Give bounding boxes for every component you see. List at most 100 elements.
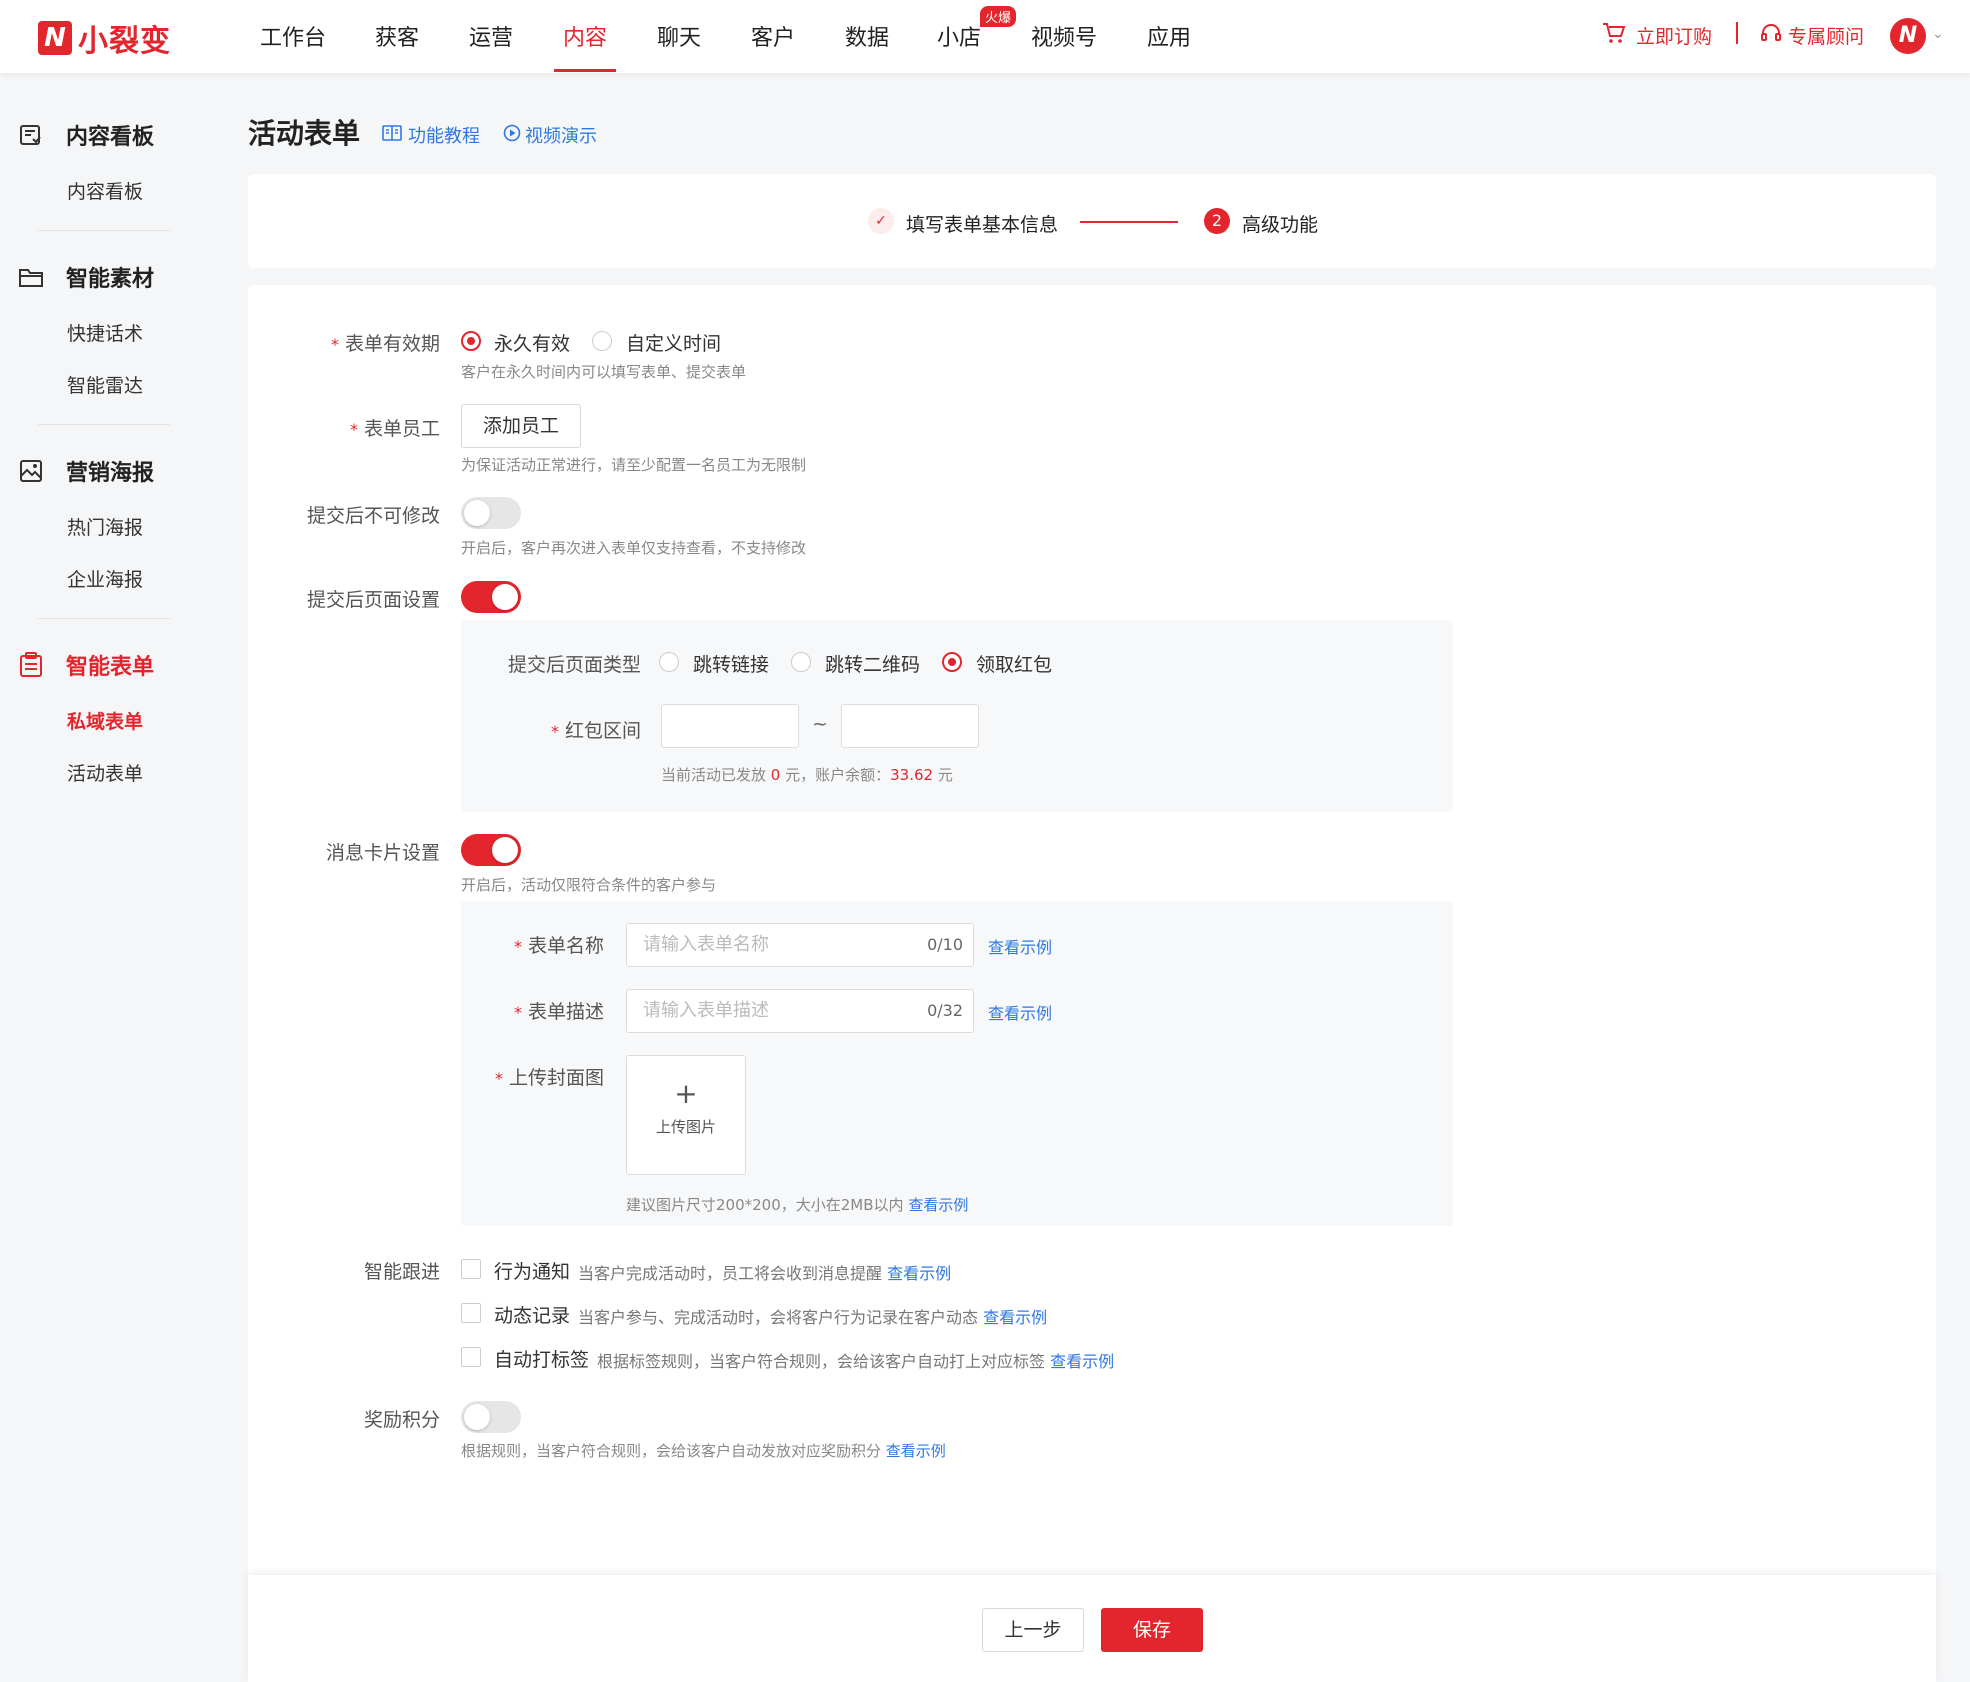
sidebar-item-private-form[interactable]: 私域表单 xyxy=(67,707,143,734)
validity-custom-radio[interactable] xyxy=(592,331,612,351)
sidebar-item-activity-form[interactable]: 活动表单 xyxy=(67,759,143,786)
points-toggle[interactable] xyxy=(461,1401,521,1433)
auto-tag-title[interactable]: 自动打标签 xyxy=(494,1345,589,1372)
step-basic-info[interactable]: 填写表单基本信息 xyxy=(906,210,1058,237)
message-card-label: 消息卡片设置 xyxy=(325,842,440,864)
app-logo[interactable]: N 小裂变 xyxy=(38,16,171,60)
nav-video[interactable]: 视频号 xyxy=(1031,20,1097,52)
behavior-notify-desc: 当客户完成活动时，员工将会收到消息提醒 查看示例 xyxy=(578,1260,951,1284)
validity-permanent-radio[interactable] xyxy=(461,331,481,351)
behavior-notify-checkbox[interactable] xyxy=(461,1259,481,1279)
message-card-hint: 开启后，活动仅限符合条件的客户参与 xyxy=(461,876,717,894)
folder-icon xyxy=(18,264,44,290)
followup-label: 智能跟进 xyxy=(363,1261,440,1283)
sidebar-item-hot-poster[interactable]: 热门海报 xyxy=(67,513,143,540)
sidebar-group-smart-material[interactable]: 智能素材 xyxy=(18,261,154,293)
staff-label: * 表单员工 xyxy=(248,414,440,441)
step-advanced[interactable]: 高级功能 xyxy=(1242,210,1318,237)
chevron-down-icon[interactable]: ⌄ xyxy=(1932,26,1944,42)
cover-example-link[interactable]: 查看示例 xyxy=(908,1196,968,1214)
after-submit-toggle[interactable] xyxy=(461,581,521,613)
video-demo-link-label: 视频演示 xyxy=(525,126,597,147)
activity-record-example-link[interactable]: 查看示例 xyxy=(983,1308,1047,1327)
sidebar-divider xyxy=(38,618,170,619)
advisor-link[interactable]: 专属顾问 xyxy=(1760,22,1864,49)
tutorial-link[interactable]: 功能教程 xyxy=(382,122,480,148)
sidebar-group-content-board[interactable]: 内容看板 xyxy=(18,119,154,151)
form-name-example-link[interactable]: 查看示例 xyxy=(988,934,1052,958)
auto-tag-example-link[interactable]: 查看示例 xyxy=(1050,1352,1114,1371)
form-name-counter: 0/10 xyxy=(927,935,963,954)
validity-label: * 表单有效期 xyxy=(248,329,440,356)
sidebar-divider xyxy=(38,230,170,231)
clipboard-icon xyxy=(18,652,44,678)
no-edit-toggle[interactable] xyxy=(461,497,521,529)
range-separator: ~ xyxy=(812,713,828,735)
message-card-toggle[interactable] xyxy=(461,834,521,866)
tutorial-link-label: 功能教程 xyxy=(408,126,480,147)
board-icon xyxy=(18,122,44,148)
form-desc-label-text: 表单描述 xyxy=(527,1001,604,1023)
divider xyxy=(1736,22,1738,44)
validity-label-text: 表单有效期 xyxy=(344,333,440,355)
hint-mid: 元，账户余额： xyxy=(785,766,891,784)
sidebar-divider xyxy=(38,424,170,425)
type-link-label[interactable]: 跳转链接 xyxy=(693,650,769,677)
save-button[interactable]: 保存 xyxy=(1101,1608,1203,1652)
form-card: * 表单有效期 永久有效 自定义时间 客户在永久时间内可以填写表单、提交表单 * 表… xyxy=(248,285,1936,1682)
nav-shop[interactable]: 小店 xyxy=(937,20,981,52)
activity-record-checkbox[interactable] xyxy=(461,1303,481,1323)
subscribe-link[interactable]: 立即订购 xyxy=(1602,22,1712,49)
sidebar-item-quick-phrases[interactable]: 快捷话术 xyxy=(67,319,143,346)
after-submit-label: 提交后页面设置 xyxy=(306,589,440,611)
sidebar-group-label: 智能表单 xyxy=(66,655,155,680)
type-redpacket-radio[interactable] xyxy=(942,652,962,672)
sidebar-item-content-board[interactable]: 内容看板 xyxy=(67,177,143,204)
behavior-notify-title[interactable]: 行为通知 xyxy=(494,1257,570,1284)
redpacket-balance-hint: 当前活动已发放 0 元，账户余额：33.62 元 xyxy=(661,764,953,785)
nav-customer[interactable]: 客户 xyxy=(751,20,795,52)
points-example-link[interactable]: 查看示例 xyxy=(886,1442,946,1460)
nav-data[interactable]: 数据 xyxy=(845,20,889,52)
nav-workbench[interactable]: 工作台 xyxy=(260,20,326,52)
nav-chat[interactable]: 聊天 xyxy=(657,20,701,52)
nav-apps[interactable]: 应用 xyxy=(1147,20,1191,52)
nav-operations[interactable]: 运营 xyxy=(469,20,513,52)
add-staff-button[interactable]: 添加员工 xyxy=(461,404,581,448)
avatar[interactable]: N xyxy=(1890,18,1926,54)
type-redpacket-label[interactable]: 领取红包 xyxy=(976,650,1052,677)
sidebar-item-enterprise-poster[interactable]: 企业海报 xyxy=(67,565,143,592)
auto-tag-checkbox[interactable] xyxy=(461,1347,481,1367)
redpacket-max-input[interactable] xyxy=(841,704,979,748)
sidebar-group-label: 内容看板 xyxy=(66,125,155,150)
cover-hint-text: 建议图片尺寸200*200，大小在2MB以内 xyxy=(626,1196,904,1214)
points-hint-text: 根据规则，当客户符合规则，会给该客户自动发放对应奖励积分 xyxy=(461,1442,882,1460)
video-demo-link[interactable]: 视频演示 xyxy=(503,122,597,148)
cover-upload-box[interactable]: + 上传图片 xyxy=(626,1055,746,1175)
sidebar-group-marketing-poster[interactable]: 营销海报 xyxy=(18,455,154,487)
nav-content[interactable]: 内容 xyxy=(563,20,607,52)
behavior-notify-example-link[interactable]: 查看示例 xyxy=(887,1264,951,1283)
sidebar-item-smart-radar[interactable]: 智能雷达 xyxy=(67,371,143,398)
nav-acquire[interactable]: 获客 xyxy=(375,20,419,52)
points-hint: 根据规则，当客户符合规则，会给该客户自动发放对应奖励积分 查看示例 xyxy=(461,1440,946,1461)
activity-record-title[interactable]: 动态记录 xyxy=(494,1301,570,1328)
form-name-placeholder: 请输入表单名称 xyxy=(643,934,769,955)
type-qrcode-radio[interactable] xyxy=(791,652,811,672)
previous-step-button[interactable]: 上一步 xyxy=(982,1608,1084,1652)
type-qrcode-label[interactable]: 跳转二维码 xyxy=(825,650,920,677)
subscribe-label: 立即订购 xyxy=(1636,26,1713,48)
sidebar-group-label: 营销海报 xyxy=(66,461,155,486)
form-name-input[interactable]: 请输入表单名称 0/10 xyxy=(626,923,974,967)
app-name: 小裂变 xyxy=(78,24,171,59)
activity-record-desc-text: 当客户参与、完成活动时，会将客户行为记录在客户动态 xyxy=(578,1308,979,1327)
form-desc-example-link[interactable]: 查看示例 xyxy=(988,1000,1052,1024)
hint-prefix: 当前活动已发放 xyxy=(661,766,767,784)
sidebar-group-smart-form[interactable]: 智能表单 xyxy=(18,649,154,681)
no-edit-hint: 开启后，客户再次进入表单仅支持查看，不支持修改 xyxy=(461,539,807,557)
validity-custom-label[interactable]: 自定义时间 xyxy=(626,329,721,356)
form-desc-input[interactable]: 请输入表单描述 0/32 xyxy=(626,989,974,1033)
validity-permanent-label[interactable]: 永久有效 xyxy=(494,329,570,356)
type-link-radio[interactable] xyxy=(659,652,679,672)
redpacket-min-input[interactable] xyxy=(661,704,799,748)
